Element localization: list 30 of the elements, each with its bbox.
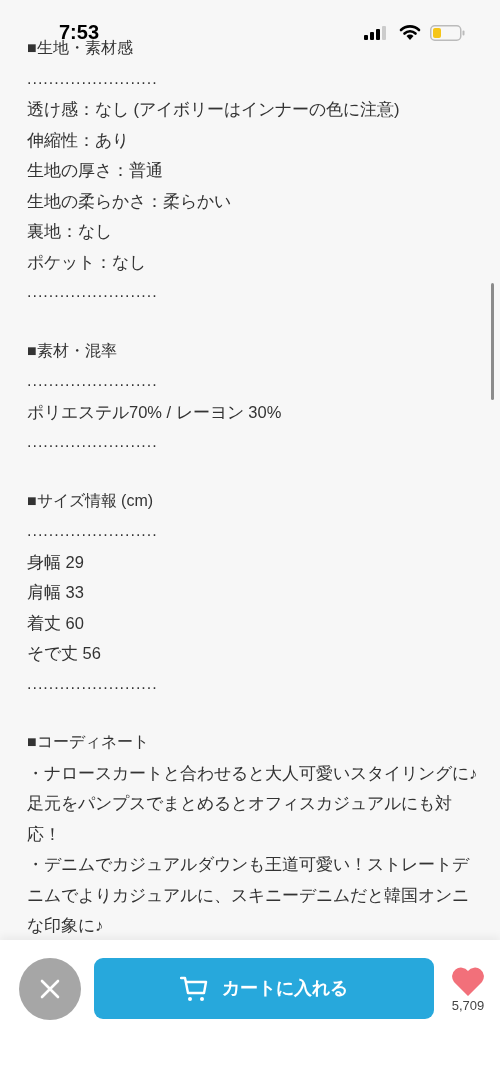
detail-text: ・ナロースカートと合わせると大人可愛いスタイリングに♪足元をパンプスでまとめるとオフィスカジュアルにも対応！	[27, 762, 478, 845]
cart-icon	[180, 975, 208, 1002]
wifi-icon	[399, 24, 421, 40]
dotted-separator: ........................	[27, 68, 158, 89]
detail-text: ポリエステル70% / レーヨン 30%	[27, 401, 283, 423]
detail-text: ポケット：なし	[27, 251, 147, 273]
section-heading: ■素材・混率	[27, 340, 118, 361]
dotted-separator: ........................	[27, 282, 158, 302]
dotted-separator: ........................	[27, 673, 158, 694]
section-heading: ■サイズ情報 (cm)	[27, 490, 155, 511]
detail-text: 裏地：なし	[27, 221, 113, 242]
signal-icon	[364, 26, 386, 40]
section-heading: ■コーディネート	[27, 732, 150, 752]
like-count: 5,709	[451, 998, 485, 1014]
close-icon	[40, 979, 60, 999]
detail-text: 着丈 60	[27, 612, 85, 634]
add-to-cart-button[interactable]: カートに入れる	[94, 958, 434, 1019]
detail-text: 身幅 29	[27, 551, 85, 573]
detail-text: 生地の厚さ：普通	[27, 160, 164, 181]
dotted-separator: ........................	[27, 371, 158, 391]
dotted-separator: ........................	[27, 432, 158, 452]
heart-icon[interactable]	[451, 966, 485, 996]
detail-text: 生地の柔らかさ：柔らかい	[27, 190, 232, 212]
dotted-separator: ........................	[27, 521, 158, 541]
detail-text: 透け感：なし (アイボリーはインナーの色に注意)	[27, 99, 401, 120]
detail-text: ・デニムでカジュアルダウンも王道可愛い！ストレートデニムでよりカジュアルに、スキニーデニムだと韓国オンニな印象に♪	[27, 854, 471, 936]
battery-icon	[430, 25, 465, 41]
detail-text: そで丈 56	[27, 643, 102, 664]
detail-text: 肩幅 33	[27, 582, 85, 603]
detail-text: 伸縮性：あり	[27, 129, 130, 151]
